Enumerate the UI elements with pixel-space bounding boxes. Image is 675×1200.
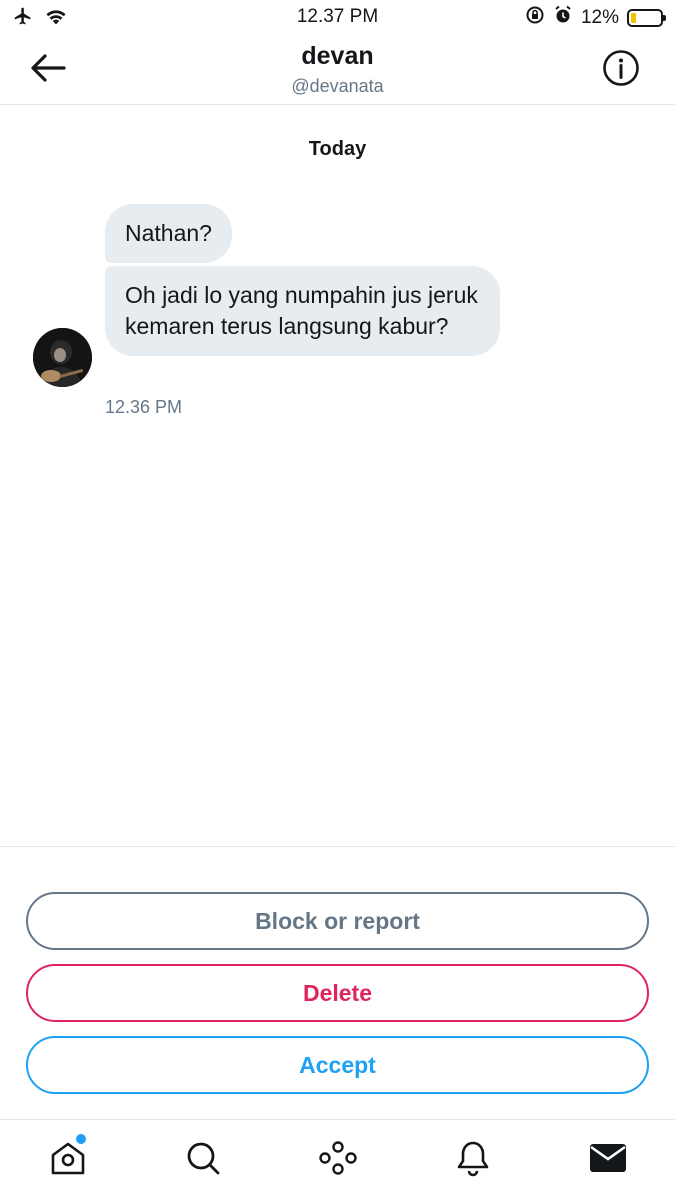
day-separator: Today (308, 138, 367, 160)
spaces-icon (318, 1139, 358, 1182)
conversation-header: devan @devanata (0, 36, 675, 105)
tab-bar (0, 1119, 675, 1200)
tab-search[interactable] (181, 1138, 225, 1182)
search-icon (184, 1139, 222, 1182)
info-button[interactable] (601, 49, 641, 92)
messages-icon (588, 1141, 628, 1180)
home-notification-dot (76, 1134, 86, 1144)
tab-spaces[interactable] (316, 1138, 360, 1182)
home-icon (49, 1139, 87, 1182)
battery-percent: 12% (580, 7, 619, 28)
message-timestamp: 12.36 PM (105, 397, 183, 417)
tab-home[interactable] (46, 1138, 90, 1182)
message-bubble[interactable]: Nathan? (105, 204, 232, 263)
status-right: 12% (525, 5, 666, 31)
tab-messages[interactable] (586, 1138, 630, 1182)
battery-icon (627, 9, 666, 27)
info-icon (602, 49, 640, 92)
contact-handle[interactable]: @devanata (0, 76, 675, 97)
contact-name[interactable]: devan (0, 42, 675, 71)
tab-notifications[interactable] (451, 1138, 495, 1182)
delete-button[interactable]: Delete (26, 964, 649, 1022)
message-bubble[interactable]: Oh jadi lo yang numpahin jus jeruk kemar… (105, 266, 500, 356)
notifications-icon (454, 1139, 492, 1182)
divider (0, 846, 675, 847)
accept-button[interactable]: Accept (26, 1036, 649, 1094)
orientation-lock-icon (525, 5, 545, 31)
alarm-icon (553, 5, 573, 31)
status-bar: 12.37 PM 12% (0, 0, 675, 36)
avatar[interactable] (33, 328, 92, 387)
block-or-report-button[interactable]: Block or report (26, 892, 649, 950)
